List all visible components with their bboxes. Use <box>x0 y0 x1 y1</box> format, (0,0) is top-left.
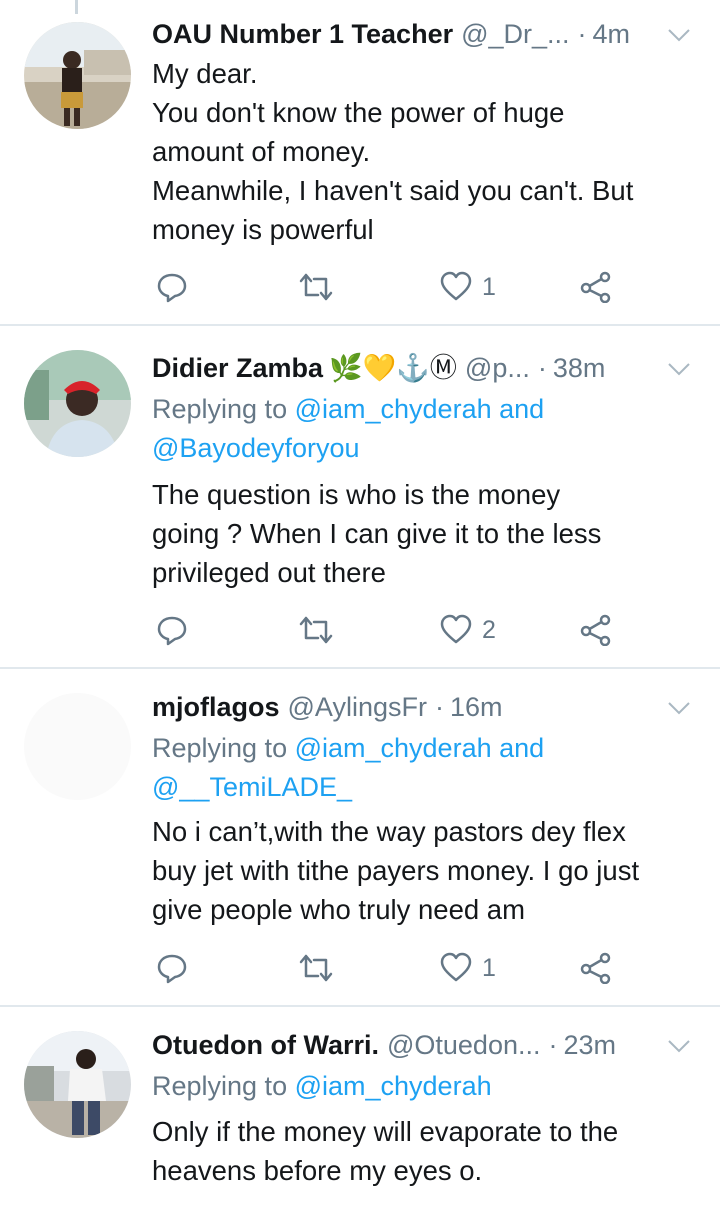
text-line: The question is who is the money <box>152 479 561 510</box>
tweet-3[interactable]: mjoflagos @AylingsFr · 16m Replying to @… <box>0 669 720 1007</box>
replying-to: Replying to @iam_chyderah and @__TemiLAD… <box>152 729 544 807</box>
text-line: No i can’t,with the way pastors dey flex <box>152 816 626 847</box>
reply-button[interactable] <box>156 267 188 307</box>
avatar[interactable] <box>24 350 131 457</box>
separator-dot: · <box>548 1030 558 1060</box>
replying-to: Replying to @iam_chyderah <box>152 1067 492 1106</box>
chevron-down-icon[interactable] <box>664 20 694 50</box>
mention-link[interactable]: @iam_chyderah <box>295 1071 492 1101</box>
share-button[interactable] <box>580 267 612 307</box>
tweet-actions: 1 <box>0 267 720 307</box>
reply-prefix: Replying to <box>152 733 295 763</box>
tweet-header: OAU Number 1 Teacher @_Dr_... · 4m <box>152 14 658 54</box>
tweet-header: mjoflagos @AylingsFr · 16m <box>152 687 658 727</box>
tweet-1[interactable]: OAU Number 1 Teacher @_Dr_... · 4m My de… <box>0 0 720 326</box>
retweet-icon <box>299 616 333 644</box>
text-line: My dear. <box>152 58 258 89</box>
reply-button[interactable] <box>156 610 188 650</box>
name-emoji: 🌿💛⚓Ⓜ <box>329 353 457 383</box>
mention-link[interactable]: @Bayodeyforyou <box>152 429 544 468</box>
retweet-icon <box>299 954 333 982</box>
text-line: Meanwhile, I haven't said you can't. But <box>152 175 634 206</box>
like-count: 1 <box>482 953 496 982</box>
tweet-header: Otuedon of Warri. @Otuedon... · 23m <box>152 1025 658 1065</box>
avatar[interactable] <box>24 693 131 800</box>
reply-icon <box>157 954 187 984</box>
handle: @_Dr_... <box>461 19 570 49</box>
heart-icon <box>440 271 472 301</box>
display-name[interactable]: Otuedon of Warri. <box>152 1025 379 1065</box>
display-name[interactable]: Didier Zamba <box>152 348 323 388</box>
tweet-actions: 1 <box>0 948 720 988</box>
text-line: money is powerful <box>152 214 374 245</box>
heart-icon <box>440 952 472 982</box>
share-icon <box>580 614 611 646</box>
tweet-header: Didier Zamba 🌿💛⚓Ⓜ @p... · 38m <box>152 348 658 388</box>
text-line: heavens before my eyes o. <box>152 1155 483 1186</box>
like-button[interactable]: 1 <box>440 948 496 988</box>
thread-line <box>75 0 78 14</box>
like-count: 1 <box>482 272 496 301</box>
retweet-button[interactable] <box>298 267 334 307</box>
heart-icon <box>440 614 472 644</box>
separator-dot: · <box>577 19 587 49</box>
avatar[interactable] <box>24 22 131 129</box>
text-line: amount of money. <box>152 136 371 167</box>
replying-to: Replying to @iam_chyderah and @Bayodeyfo… <box>152 390 544 468</box>
display-name[interactable]: OAU Number 1 Teacher <box>152 14 453 54</box>
like-button[interactable]: 2 <box>440 610 496 650</box>
timestamp: 16m <box>449 692 503 722</box>
retweet-icon <box>299 273 333 301</box>
text-line: Only if the money will evaporate to the <box>152 1116 619 1147</box>
display-name[interactable]: mjoflagos <box>152 687 280 727</box>
separator-dot: · <box>537 353 547 383</box>
retweet-button[interactable] <box>298 610 334 650</box>
separator-dot: · <box>434 692 444 722</box>
handle: @AylingsFr <box>287 692 427 722</box>
reply-button[interactable] <box>156 948 188 988</box>
tweet-4[interactable]: Otuedon of Warri. @Otuedon... · 23m Repl… <box>0 1007 720 1213</box>
reply-icon <box>157 273 187 303</box>
handle: @p... <box>464 353 530 383</box>
like-button[interactable]: 1 <box>440 267 496 307</box>
tweet-2[interactable]: Didier Zamba 🌿💛⚓Ⓜ @p... · 38m Replying t… <box>0 326 720 669</box>
share-icon <box>580 952 611 984</box>
chevron-down-icon[interactable] <box>664 354 694 384</box>
mention-link[interactable]: @iam_chyderah and <box>295 394 545 424</box>
share-button[interactable] <box>580 948 612 988</box>
handle: @Otuedon... <box>386 1030 541 1060</box>
mention-link[interactable]: @iam_chyderah and <box>295 733 545 763</box>
tweet-text: No i can’t,with the way pastors dey flex… <box>152 812 692 929</box>
reply-icon <box>157 616 187 646</box>
chevron-down-icon[interactable] <box>664 693 694 723</box>
text-line: privileged out there <box>152 557 386 588</box>
reply-prefix: Replying to <box>152 1071 295 1101</box>
text-line: buy jet with tithe payers money. I go ju… <box>152 855 640 886</box>
retweet-button[interactable] <box>298 948 334 988</box>
tweet-text: The question is who is the money going ?… <box>152 475 692 592</box>
text-line: You don't know the power of huge <box>152 97 565 128</box>
timestamp: 38m <box>552 353 606 383</box>
tweet-actions: 2 <box>0 610 720 650</box>
tweet-text: My dear. You don't know the power of hug… <box>152 54 692 249</box>
avatar[interactable] <box>24 1031 131 1138</box>
text-line: going ? When I can give it to the less <box>152 518 602 549</box>
timestamp: 4m <box>592 19 631 49</box>
like-count: 2 <box>482 615 496 644</box>
reply-prefix: Replying to <box>152 394 295 424</box>
share-icon <box>580 271 611 303</box>
mention-link[interactable]: @__TemiLADE_ <box>152 768 544 807</box>
text-line: give people who truly need am <box>152 894 526 925</box>
chevron-down-icon[interactable] <box>664 1031 694 1061</box>
timestamp: 23m <box>563 1030 617 1060</box>
tweet-text: Only if the money will evaporate to the … <box>152 1112 692 1190</box>
share-button[interactable] <box>580 610 612 650</box>
